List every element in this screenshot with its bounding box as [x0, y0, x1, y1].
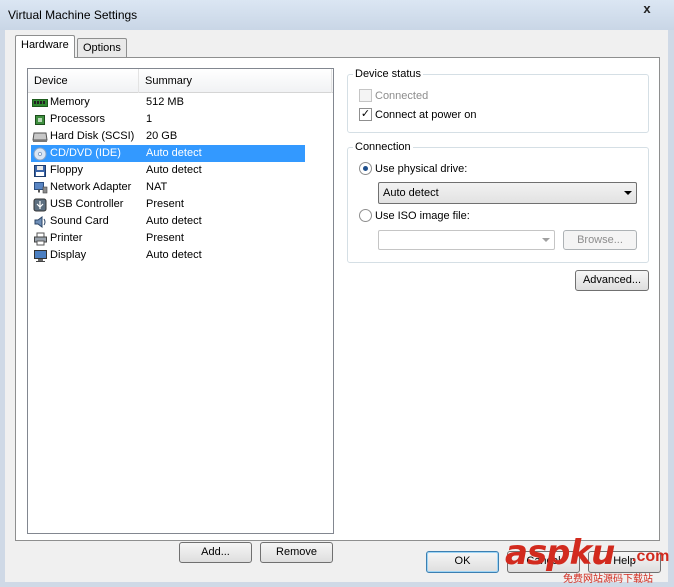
device-list[interactable]: Device Summary Memory 512 MB Processors … — [27, 68, 334, 534]
device-summary: 1 — [146, 113, 153, 125]
browse-button[interactable]: Browse... — [563, 230, 637, 250]
device-name: Sound Card — [50, 215, 109, 227]
connected-checkbox[interactable] — [359, 89, 372, 102]
connection-group: Connection Use physical drive: Auto dete… — [347, 141, 649, 263]
device-row-hard-disk[interactable]: Hard Disk (SCSI) 20 GB — [29, 128, 332, 145]
hard-disk-icon — [32, 129, 48, 144]
device-row-network-adapter[interactable]: Network Adapter NAT — [29, 179, 332, 196]
connect-at-power-on-label: Connect at power on — [375, 109, 477, 121]
device-name: Display — [50, 249, 87, 261]
speaker-icon — [32, 214, 48, 229]
watermark-suffix: .com — [632, 548, 670, 565]
tab-hardware[interactable]: Hardware — [15, 35, 75, 58]
device-summary: Auto detect — [146, 249, 202, 261]
chevron-down-icon — [542, 238, 550, 242]
advanced-button[interactable]: Advanced... — [575, 270, 649, 291]
device-name: Floppy — [50, 164, 84, 176]
floppy-icon — [32, 163, 48, 178]
tab-options[interactable]: Options — [77, 38, 127, 57]
physical-drive-select[interactable]: Auto detect — [378, 182, 637, 204]
hardware-tab-panel: Device Summary Memory 512 MB Processors … — [15, 57, 660, 563]
cd-dvd-icon — [32, 146, 48, 161]
dialog-client-area: Hardware Options Device Summary Memory 5… — [5, 30, 668, 582]
device-row-display[interactable]: Display Auto detect — [29, 247, 332, 264]
watermark-tagline: 免费网站源码下载站 — [563, 574, 653, 585]
chevron-down-icon — [624, 191, 632, 195]
device-row-printer[interactable]: Printer Present — [29, 230, 332, 247]
use-iso-image-label: Use ISO image file: — [375, 210, 470, 222]
radio-selected-dot — [363, 166, 368, 171]
connected-label: Connected — [375, 90, 429, 102]
device-status-group: Device status Connected ✓ Connect at pow… — [347, 68, 649, 133]
use-physical-drive-radio[interactable] — [359, 162, 372, 175]
device-summary: 20 GB — [146, 130, 178, 142]
device-name: Memory — [50, 96, 90, 108]
device-name: Printer — [50, 232, 83, 244]
device-status-title: Device status — [353, 68, 424, 81]
monitor-icon — [32, 248, 48, 263]
close-icon[interactable]: x — [636, 1, 658, 17]
tab-options-label: Options — [83, 42, 121, 54]
check-icon: ✓ — [360, 108, 371, 120]
memory-icon — [32, 95, 48, 110]
ok-button[interactable]: OK — [426, 551, 499, 573]
device-row-floppy[interactable]: Floppy Auto detect — [29, 162, 332, 179]
watermark-brand: aspku — [505, 533, 615, 573]
window-title: Virtual Machine Settings — [8, 8, 138, 22]
watermark-logo: aspku .com 免费网站源码下载站 — [505, 533, 674, 587]
device-name: Processors — [50, 113, 106, 125]
usb-icon — [32, 197, 48, 212]
device-name: Hard Disk (SCSI) — [50, 130, 135, 142]
device-summary: Auto detect — [146, 147, 202, 159]
device-row-sound-card[interactable]: Sound Card Auto detect — [29, 213, 332, 230]
column-header-device[interactable]: Device — [28, 69, 139, 93]
device-list-header: Device Summary — [28, 69, 333, 93]
device-row-processors[interactable]: Processors 1 — [29, 111, 332, 128]
printer-icon — [32, 231, 48, 246]
tab-hardware-label: Hardware — [21, 39, 69, 51]
connect-at-power-on-checkbox[interactable]: ✓ — [359, 108, 372, 121]
device-row-memory[interactable]: Memory 512 MB — [29, 94, 332, 111]
remove-button[interactable]: Remove — [260, 542, 333, 563]
column-header-summary[interactable]: Summary — [139, 69, 332, 93]
device-row-cd-dvd[interactable]: CD/DVD (IDE) Auto detect — [29, 145, 332, 162]
device-name: USB Controller — [50, 198, 124, 210]
processor-icon — [32, 112, 48, 127]
add-button[interactable]: Add... — [179, 542, 252, 563]
connection-title: Connection — [353, 141, 413, 154]
title-bar[interactable]: Virtual Machine Settings x — [0, 0, 674, 30]
network-adapter-icon — [32, 180, 48, 195]
device-name: CD/DVD (IDE) — [50, 147, 121, 159]
iso-image-path-input[interactable] — [378, 230, 555, 250]
physical-drive-value: Auto detect — [383, 187, 439, 199]
device-summary: NAT — [146, 181, 168, 193]
device-summary: Present — [146, 198, 184, 210]
device-name: Network Adapter — [50, 181, 132, 193]
use-iso-image-radio[interactable] — [359, 209, 372, 222]
device-row-usb-controller[interactable]: USB Controller Present — [29, 196, 332, 213]
device-summary: Auto detect — [146, 215, 202, 227]
device-summary: 512 MB — [146, 96, 184, 108]
use-physical-drive-label: Use physical drive: — [375, 163, 468, 175]
device-summary: Present — [146, 232, 184, 244]
device-summary: Auto detect — [146, 164, 202, 176]
